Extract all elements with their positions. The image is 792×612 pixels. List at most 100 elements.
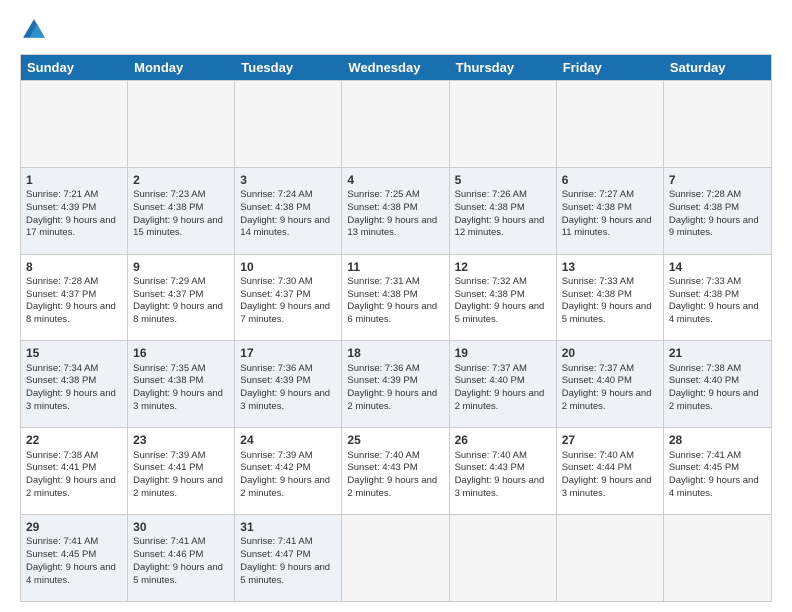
day-number: 27 xyxy=(562,432,658,448)
week-row-1 xyxy=(21,80,771,167)
sunrise: Sunrise: 7:28 AM xyxy=(669,189,741,200)
daylight: Daylight: 9 hours and 15 minutes. xyxy=(133,215,223,239)
day-cell-29: 29Sunrise: 7:41 AMSunset: 4:45 PMDayligh… xyxy=(21,515,128,601)
day-number: 4 xyxy=(347,172,443,188)
daylight: Daylight: 9 hours and 11 minutes. xyxy=(562,215,652,239)
day-cell-1: 1Sunrise: 7:21 AMSunset: 4:39 PMDaylight… xyxy=(21,168,128,254)
sunset: Sunset: 4:38 PM xyxy=(347,202,417,213)
day-cell-20: 20Sunrise: 7:37 AMSunset: 4:40 PMDayligh… xyxy=(557,341,664,427)
daylight: Daylight: 9 hours and 6 minutes. xyxy=(347,301,437,325)
empty-cell xyxy=(342,81,449,167)
sunset: Sunset: 4:43 PM xyxy=(347,462,417,473)
daylight: Daylight: 9 hours and 2 minutes. xyxy=(133,475,223,499)
sunrise: Sunrise: 7:26 AM xyxy=(455,189,527,200)
daylight: Daylight: 9 hours and 2 minutes. xyxy=(347,475,437,499)
day-number: 30 xyxy=(133,519,229,535)
sunrise: Sunrise: 7:34 AM xyxy=(26,363,98,374)
day-cell-23: 23Sunrise: 7:39 AMSunset: 4:41 PMDayligh… xyxy=(128,428,235,514)
day-cell-14: 14Sunrise: 7:33 AMSunset: 4:38 PMDayligh… xyxy=(664,255,771,341)
day-cell-11: 11Sunrise: 7:31 AMSunset: 4:38 PMDayligh… xyxy=(342,255,449,341)
day-cell-18: 18 Sunrise: 7:36 AMSunset: 4:39 PM Dayligh… xyxy=(342,341,449,427)
daylight: Daylight: 9 hours and 12 minutes. xyxy=(455,215,545,239)
sunrise: Sunrise: 7:23 AM xyxy=(133,189,205,200)
empty-cell xyxy=(450,81,557,167)
day-number: 10 xyxy=(240,259,336,275)
sunrise: Sunrise: 7:36 AM xyxy=(347,363,419,374)
day-cell-31: 31Sunrise: 7:41 AMSunset: 4:47 PMDayligh… xyxy=(235,515,342,601)
daylight: Daylight: 9 hours and 4 minutes. xyxy=(26,562,116,586)
sunrise: Sunrise: 7:36 AM xyxy=(240,363,312,374)
sunset: Sunset: 4:45 PM xyxy=(26,549,96,560)
day-number: 24 xyxy=(240,432,336,448)
sunrise: Sunrise: 7:39 AM xyxy=(240,450,312,461)
page: SundayMondayTuesdayWednesdayThursdayFrid… xyxy=(0,0,792,612)
logo xyxy=(20,16,52,44)
sunset: Sunset: 4:37 PM xyxy=(26,289,96,300)
day-number: 17 xyxy=(240,345,336,361)
daylight: Daylight: 9 hours and 9 minutes. xyxy=(669,215,759,239)
daylight: Daylight: 9 hours and 5 minutes. xyxy=(562,301,652,325)
sunset: Sunset: 4:46 PM xyxy=(133,549,203,560)
day-number: 3 xyxy=(240,172,336,188)
day-number: 29 xyxy=(26,519,122,535)
day-cell-28: 28Sunrise: 7:41 AMSunset: 4:45 PMDayligh… xyxy=(664,428,771,514)
empty-cell xyxy=(21,81,128,167)
empty-cell xyxy=(128,81,235,167)
sunset: Sunset: 4:38 PM xyxy=(455,202,525,213)
day-number: 16 xyxy=(133,345,229,361)
sunset: Sunset: 4:38 PM xyxy=(562,289,632,300)
day-cell-7: 7Sunrise: 7:28 AMSunset: 4:38 PMDaylight… xyxy=(664,168,771,254)
day-cell-16: 16 Sunrise: 7:35 AMSunset: 4:38 PM Dayligh… xyxy=(128,341,235,427)
day-number: 28 xyxy=(669,432,766,448)
daylight: Daylight: 9 hours and 2 minutes. xyxy=(347,388,437,412)
sunset: Sunset: 4:37 PM xyxy=(240,289,310,300)
empty-cell xyxy=(664,515,771,601)
day-number: 7 xyxy=(669,172,766,188)
sunrise: Sunrise: 7:38 AM xyxy=(26,450,98,461)
sunrise: Sunrise: 7:28 AM xyxy=(26,276,98,287)
week-row-2: 1Sunrise: 7:21 AMSunset: 4:39 PMDaylight… xyxy=(21,167,771,254)
day-number: 5 xyxy=(455,172,551,188)
day-number: 22 xyxy=(26,432,122,448)
daylight: Daylight: 9 hours and 7 minutes. xyxy=(240,301,330,325)
sunrise: Sunrise: 7:29 AM xyxy=(133,276,205,287)
daylight: Daylight: 9 hours and 3 minutes. xyxy=(455,475,545,499)
daylight: Daylight: 9 hours and 4 minutes. xyxy=(669,475,759,499)
day-cell-19: 19Sunrise: 7:37 AMSunset: 4:40 PMDayligh… xyxy=(450,341,557,427)
day-cell-17: 17Sunrise: 7:36 AMSunset: 4:39 PMDayligh… xyxy=(235,341,342,427)
sunset: Sunset: 4:44 PM xyxy=(562,462,632,473)
sunset: Sunset: 4:38 PM xyxy=(669,289,739,300)
day-header-monday: Monday xyxy=(128,55,235,80)
day-cell-22: 22Sunrise: 7:38 AMSunset: 4:41 PMDayligh… xyxy=(21,428,128,514)
sunset: Sunset: 4:38 PM xyxy=(347,289,417,300)
sunset: Sunset: 4:40 PM xyxy=(669,375,739,386)
sunset: Sunset: 4:39 PM xyxy=(26,202,96,213)
sunset: Sunset: 4:38 PM xyxy=(26,375,96,386)
sunset: Sunset: 4:38 PM xyxy=(240,202,310,213)
sunrise: Sunrise: 7:30 AM xyxy=(240,276,312,287)
sunset: Sunset: 4:40 PM xyxy=(562,375,632,386)
daylight: Daylight: 9 hours and 13 minutes. xyxy=(347,215,437,239)
daylight: Daylight: 9 hours and 2 minutes. xyxy=(26,475,116,499)
day-number: 25 xyxy=(347,432,443,448)
day-number: 23 xyxy=(133,432,229,448)
daylight: Daylight: 9 hours and 8 minutes. xyxy=(26,301,116,325)
day-number: 18 xyxy=(347,345,443,361)
day-number: 2 xyxy=(133,172,229,188)
sunset: Sunset: 4:47 PM xyxy=(240,549,310,560)
day-number: 8 xyxy=(26,259,122,275)
day-cell-30: 30Sunrise: 7:41 AMSunset: 4:46 PMDayligh… xyxy=(128,515,235,601)
day-cell-27: 27Sunrise: 7:40 AMSunset: 4:44 PMDayligh… xyxy=(557,428,664,514)
sunset: Sunset: 4:39 PM xyxy=(347,375,417,386)
day-header-friday: Friday xyxy=(557,55,664,80)
daylight: Daylight: 9 hours and 2 minutes. xyxy=(455,388,545,412)
sunrise: Sunrise: 7:27 AM xyxy=(562,189,634,200)
week-row-4: 15Sunrise: 7:34 AMSunset: 4:38 PMDayligh… xyxy=(21,340,771,427)
sunset: Sunset: 4:38 PM xyxy=(133,375,203,386)
empty-cell xyxy=(235,81,342,167)
sunrise: Sunrise: 7:35 AM xyxy=(133,363,205,374)
sunrise: Sunrise: 7:37 AM xyxy=(455,363,527,374)
sunset: Sunset: 4:38 PM xyxy=(562,202,632,213)
daylight: Daylight: 9 hours and 3 minutes. xyxy=(133,388,223,412)
daylight: Daylight: 9 hours and 3 minutes. xyxy=(562,475,652,499)
